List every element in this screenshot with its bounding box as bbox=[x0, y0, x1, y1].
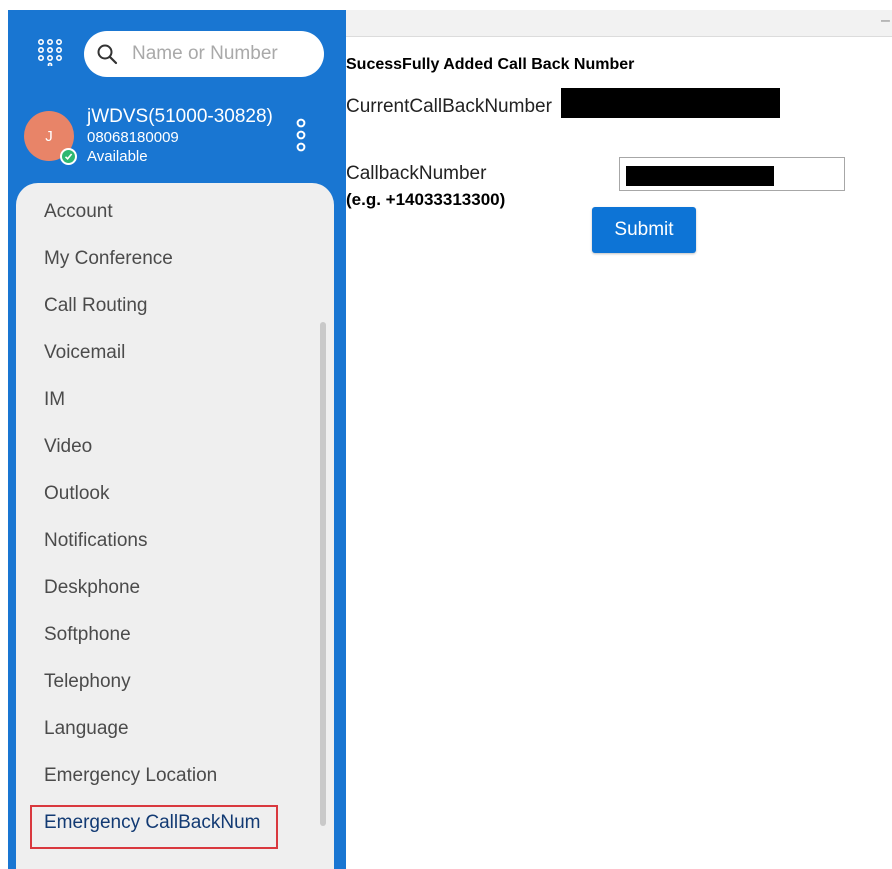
app-window: J jWDVS(51000-30828) 08068180009 Availab… bbox=[0, 0, 892, 869]
menu-item-deskphone[interactable]: Deskphone bbox=[44, 577, 140, 599]
more-options-icon[interactable] bbox=[294, 115, 308, 155]
menu-item-video[interactable]: Video bbox=[44, 436, 92, 458]
dialpad-icon[interactable] bbox=[36, 38, 64, 68]
callback-number-input[interactable] bbox=[619, 157, 845, 191]
current-callback-label: CurrentCallBackNumber bbox=[346, 96, 552, 117]
menu-item-outlook[interactable]: Outlook bbox=[44, 483, 109, 505]
window-top-bar bbox=[346, 10, 892, 37]
user-status: Available bbox=[87, 148, 148, 165]
settings-menu: Account My Conference Call Routing Voice… bbox=[16, 183, 334, 869]
menu-item-softphone[interactable]: Softphone bbox=[44, 624, 131, 646]
menu-item-notifications[interactable]: Notifications bbox=[44, 530, 148, 552]
menu-scrollbar[interactable] bbox=[320, 322, 326, 826]
user-name: jWDVS(51000-30828) bbox=[87, 106, 273, 127]
success-message: SucessFully Added Call Back Number bbox=[346, 56, 635, 73]
sidebar: J jWDVS(51000-30828) 08068180009 Availab… bbox=[8, 10, 346, 869]
menu-item-voicemail[interactable]: Voicemail bbox=[44, 342, 125, 364]
selected-item-highlight bbox=[30, 805, 278, 849]
search-icon bbox=[96, 43, 118, 65]
avatar-initial: J bbox=[45, 127, 53, 145]
search-input[interactable] bbox=[132, 43, 312, 65]
menu-item-im[interactable]: IM bbox=[44, 389, 65, 411]
menu-item-call-routing[interactable]: Call Routing bbox=[44, 295, 148, 317]
menu-item-account[interactable]: Account bbox=[44, 201, 113, 223]
callback-input-value-redacted bbox=[626, 166, 774, 186]
search-box bbox=[84, 31, 324, 77]
callback-number-label: CallbackNumber bbox=[346, 163, 487, 184]
minimize-button[interactable]: – bbox=[881, 12, 890, 30]
menu-item-my-conference[interactable]: My Conference bbox=[44, 248, 173, 270]
submit-button[interactable]: Submit bbox=[592, 207, 696, 253]
presence-available-icon bbox=[60, 148, 77, 165]
current-callback-value-redacted bbox=[561, 88, 780, 118]
menu-item-language[interactable]: Language bbox=[44, 718, 129, 740]
menu-item-telephony[interactable]: Telephony bbox=[44, 671, 131, 693]
user-phone: 08068180009 bbox=[87, 129, 179, 146]
callback-number-example: (e.g. +14033313300) bbox=[346, 190, 506, 209]
menu-item-emergency-location[interactable]: Emergency Location bbox=[44, 765, 217, 787]
